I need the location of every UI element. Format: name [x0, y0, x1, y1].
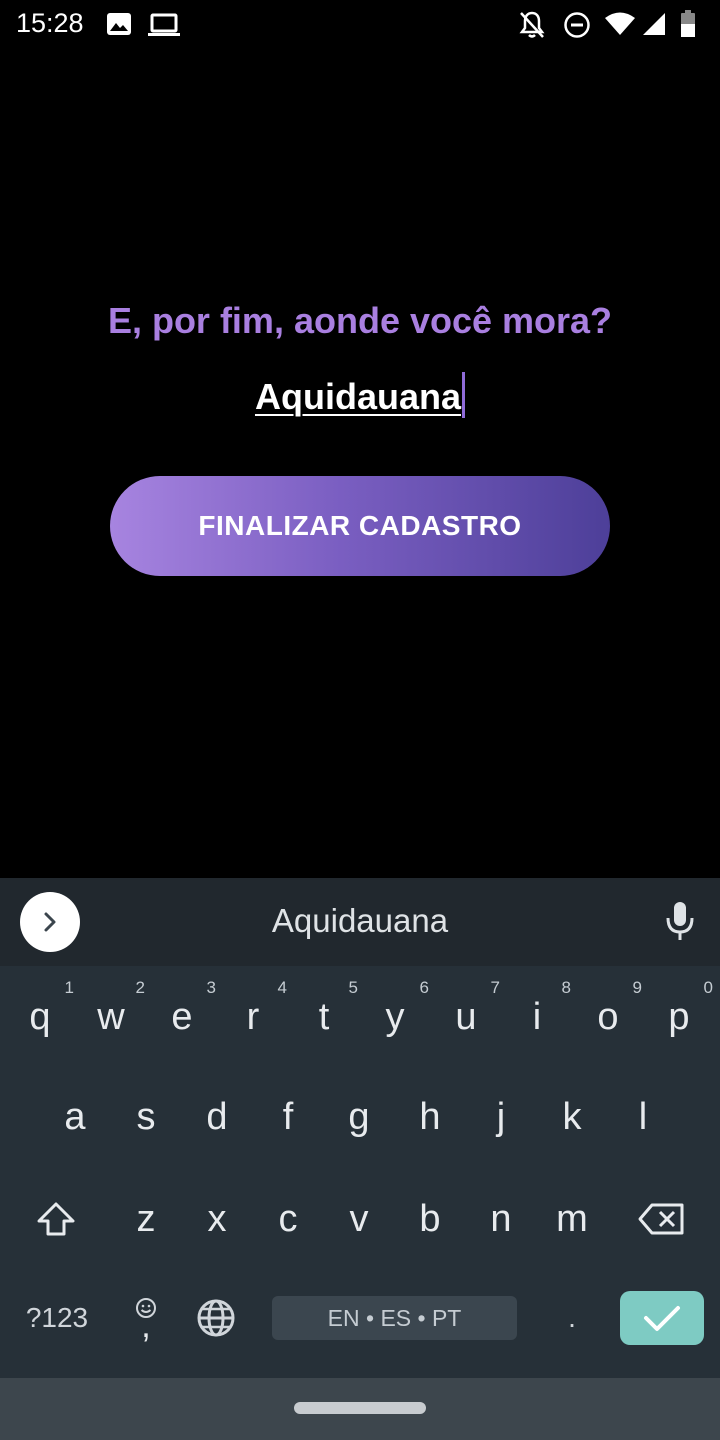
- shift-icon: [37, 1202, 75, 1236]
- key-label: q: [29, 995, 51, 1038]
- key-b[interactable]: b: [394, 1174, 466, 1264]
- key-q[interactable]: q1: [4, 972, 76, 1062]
- navigation-bar: [0, 1378, 720, 1440]
- key-l[interactable]: l: [607, 1072, 679, 1162]
- suggestion-bar: Aquidauana: [0, 878, 720, 966]
- key-hint: 5: [348, 978, 358, 997]
- key-hint: 8: [561, 978, 571, 997]
- key-hint: 0: [703, 978, 713, 997]
- do-not-disturb-icon: [563, 11, 591, 43]
- key-hint: 9: [632, 978, 642, 997]
- key-hint: 3: [206, 978, 216, 997]
- key-p[interactable]: p0: [643, 972, 715, 1062]
- key-u[interactable]: u7: [430, 972, 502, 1062]
- key-label: t: [318, 995, 330, 1038]
- key-hint: 2: [135, 978, 145, 997]
- key-n[interactable]: n: [465, 1174, 537, 1264]
- key-k[interactable]: k: [536, 1072, 608, 1162]
- finish-registration-button[interactable]: FINALIZAR CADASTRO: [110, 476, 610, 576]
- key-label: r: [246, 995, 260, 1038]
- key-hint: 4: [277, 978, 287, 997]
- key-x[interactable]: x: [181, 1174, 253, 1264]
- backspace-icon: [638, 1203, 684, 1235]
- key-v[interactable]: v: [323, 1174, 395, 1264]
- key-e[interactable]: e3: [146, 972, 218, 1062]
- language-key[interactable]: [180, 1273, 252, 1363]
- key-a[interactable]: a: [39, 1072, 111, 1162]
- soft-keyboard: Aquidauana q1 w2 e3 r4 t5 y6 u7 i8 o9 p0…: [0, 878, 720, 1378]
- laptop-icon: [148, 13, 180, 41]
- key-g[interactable]: g: [323, 1072, 395, 1162]
- microphone-icon[interactable]: [664, 900, 696, 946]
- key-label: p: [668, 995, 690, 1038]
- key-m[interactable]: m: [536, 1174, 608, 1264]
- signal-icon: [642, 12, 666, 40]
- home-gesture-handle[interactable]: [294, 1402, 426, 1414]
- key-label: o: [597, 995, 619, 1038]
- suggestion-word[interactable]: Aquidauana: [0, 902, 720, 940]
- key-r[interactable]: r4: [217, 972, 289, 1062]
- key-j[interactable]: j: [465, 1072, 537, 1162]
- comma-key[interactable]: ,: [110, 1273, 182, 1363]
- key-hint: 6: [419, 978, 429, 997]
- image-icon: [106, 12, 132, 40]
- key-z[interactable]: z: [110, 1174, 182, 1264]
- key-f[interactable]: f: [252, 1072, 324, 1162]
- backspace-key[interactable]: [625, 1174, 697, 1264]
- text-cursor: [462, 372, 465, 418]
- wifi-icon: [604, 12, 636, 40]
- notifications-off-icon: [518, 10, 546, 44]
- key-h[interactable]: h: [394, 1072, 466, 1162]
- key-o[interactable]: o9: [572, 972, 644, 1062]
- key-label: u: [455, 995, 477, 1038]
- shift-key[interactable]: [20, 1174, 92, 1264]
- battery-icon: [680, 10, 696, 42]
- status-time: 15:28: [16, 8, 84, 38]
- period-key[interactable]: .: [536, 1273, 608, 1363]
- enter-key[interactable]: [620, 1291, 704, 1345]
- checkmark-icon: [644, 1306, 680, 1331]
- space-key[interactable]: EN • ES • PT: [272, 1296, 517, 1340]
- key-label: y: [385, 995, 405, 1038]
- key-hint: 7: [490, 978, 500, 997]
- key-hint: 1: [64, 978, 74, 997]
- question-heading: E, por fim, aonde você mora?: [107, 300, 613, 341]
- key-c[interactable]: c: [252, 1174, 324, 1264]
- key-i[interactable]: i8: [501, 972, 573, 1062]
- city-input[interactable]: Aquidauana: [0, 372, 720, 418]
- status-bar: 15:28: [0, 0, 720, 50]
- key-w[interactable]: w2: [75, 972, 147, 1062]
- symbols-key[interactable]: ?123: [14, 1273, 100, 1363]
- key-d[interactable]: d: [181, 1072, 253, 1162]
- city-input-value[interactable]: Aquidauana: [255, 376, 461, 418]
- key-label: i: [532, 995, 542, 1038]
- globe-icon: [197, 1299, 235, 1337]
- key-s[interactable]: s: [110, 1072, 182, 1162]
- key-y[interactable]: y6: [359, 972, 431, 1062]
- comma-label: ,: [141, 1307, 151, 1345]
- key-t[interactable]: t5: [288, 972, 360, 1062]
- key-label: e: [171, 995, 193, 1038]
- key-label: w: [97, 995, 125, 1038]
